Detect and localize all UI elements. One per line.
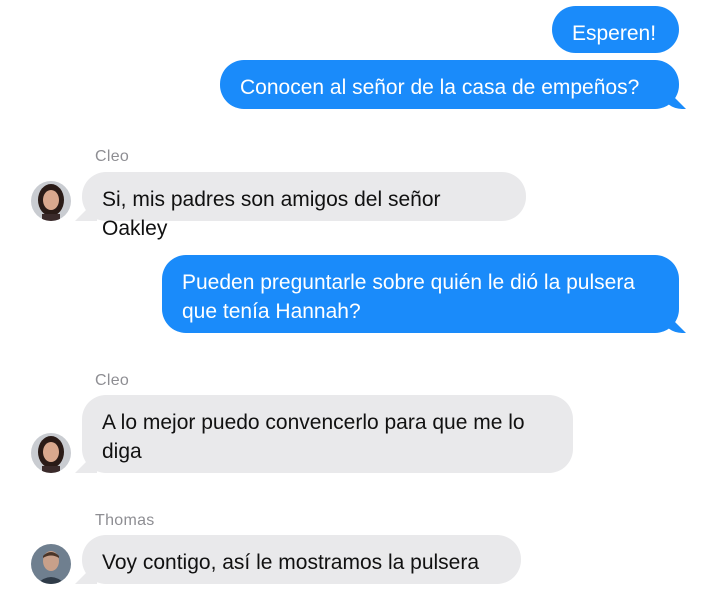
message-bubble-received: Si, mis padres son amigos del señor Oakl… xyxy=(82,172,526,240)
message-bubble-sent: Conocen al señor de la casa de empeños? xyxy=(220,60,679,109)
message-bubble-received: Voy contigo, así le mostramos la pulsera xyxy=(82,535,521,584)
avatar xyxy=(31,433,71,473)
sender-name: Thomas xyxy=(95,512,155,529)
avatar xyxy=(31,181,71,221)
message-bubble-sent: Pueden preguntarle sobre quién le dió la… xyxy=(162,255,679,333)
message-bubble-received: A lo mejor puedo convencerlo para que me… xyxy=(82,395,573,473)
thomas-avatar-icon xyxy=(31,544,71,584)
message-bubble-sent: Esperen! xyxy=(552,6,679,53)
sender-name: Cleo xyxy=(95,372,130,389)
cleo-avatar-icon xyxy=(31,433,71,473)
sender-name: Cleo xyxy=(95,148,130,165)
avatar xyxy=(31,544,71,584)
cleo-avatar-icon xyxy=(31,181,71,221)
